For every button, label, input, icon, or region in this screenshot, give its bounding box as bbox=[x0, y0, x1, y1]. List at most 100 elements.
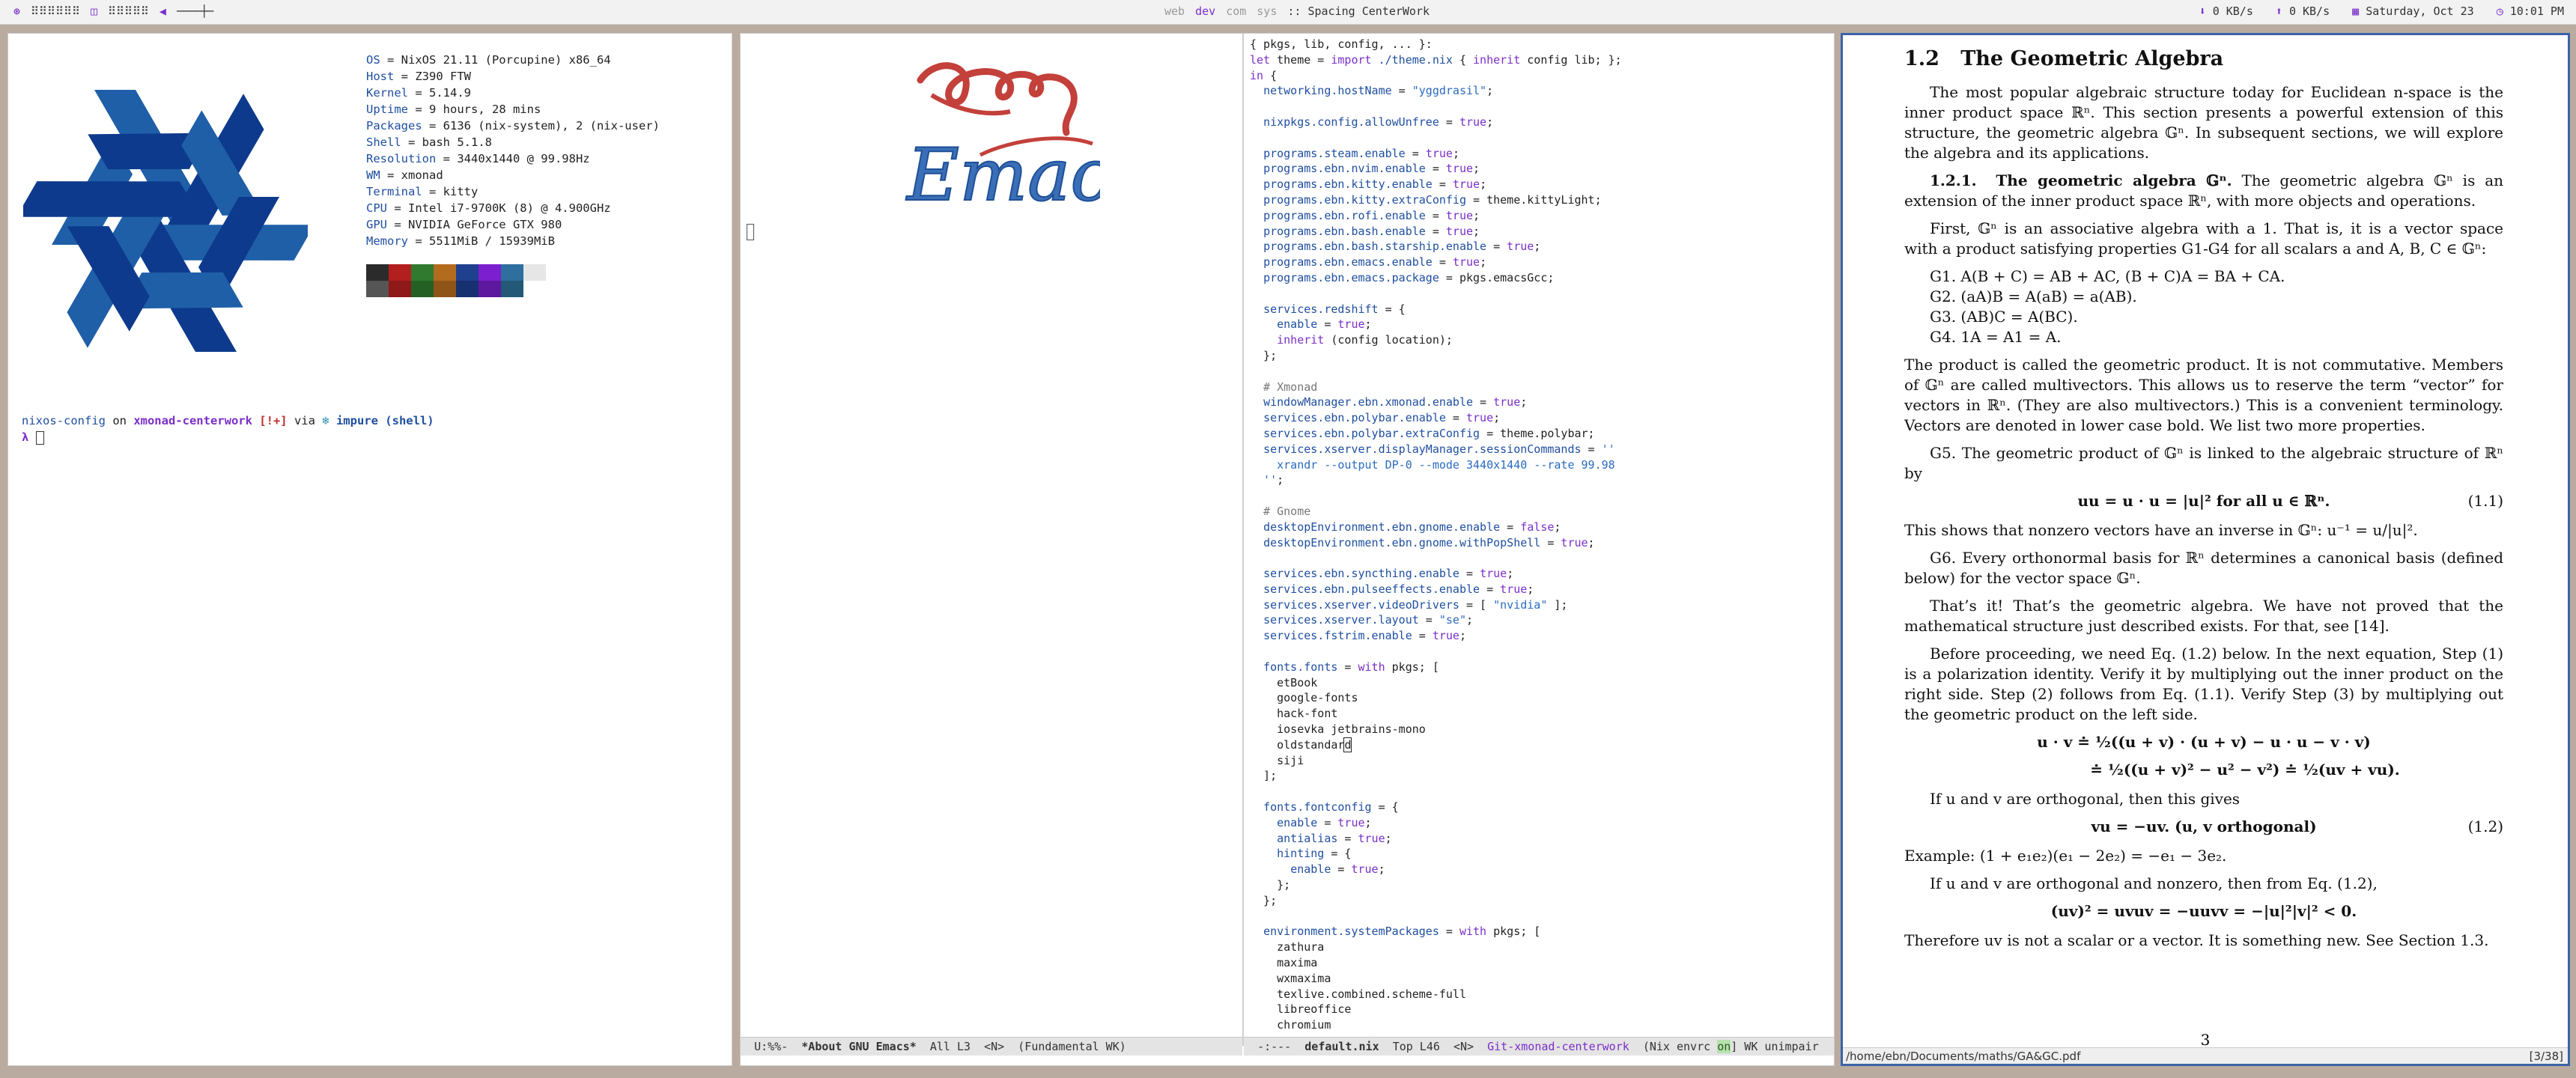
code-line: programs.ebn.bash.enable = true; bbox=[1250, 225, 1480, 238]
code-token: true bbox=[1452, 177, 1480, 192]
code-token: }; bbox=[1250, 348, 1278, 362]
buffer-name[interactable]: default.nix bbox=[1304, 1040, 1379, 1053]
code-token: }; bbox=[1250, 878, 1291, 892]
code-token: programs.ebn.kitty.enable bbox=[1263, 177, 1433, 192]
layout-toggle-icon[interactable]: ◫ bbox=[91, 4, 97, 18]
code-token: { bbox=[1452, 52, 1474, 67]
code-token: '' bbox=[1250, 473, 1278, 487]
prompt-via: via bbox=[287, 414, 323, 427]
code-token: oldstandar bbox=[1250, 737, 1345, 752]
code-token: ; bbox=[1277, 473, 1284, 487]
buffer-state: -:--- bbox=[1257, 1040, 1292, 1053]
code-token: programs.steam.enable bbox=[1263, 146, 1406, 160]
upload-icon: ⬆ bbox=[2275, 4, 2282, 18]
code-token: siji bbox=[1250, 753, 1304, 767]
palette-swatch bbox=[501, 264, 523, 281]
code-line: programs.ebn.emacs.package = pkgs.emacsG… bbox=[1250, 271, 1554, 284]
equation-number: (1.2) bbox=[2467, 817, 2503, 835]
code-token: fonts.fontconfig bbox=[1263, 800, 1372, 814]
workspace-web[interactable]: web bbox=[1164, 4, 1185, 18]
equation: (uv)² = uvuv = −uuvv = −|u|²|v|² < 0. bbox=[1904, 901, 2503, 922]
volume-icon[interactable]: ◀ bbox=[160, 4, 166, 18]
nix-source-code[interactable]: { pkgs, lib, config, ... }: let theme = … bbox=[1250, 37, 1622, 1033]
terminal-window[interactable]: OS = NixOS 21.11 (Porcupine) x86_64 Host … bbox=[7, 33, 732, 1066]
minor-modes[interactable]: ] WK unimpair bbox=[1731, 1040, 1818, 1053]
sysinfo-row: OS = NixOS 21.11 (Porcupine) x86_64 bbox=[366, 52, 660, 68]
major-mode[interactable]: (Nix envrc bbox=[1643, 1040, 1710, 1053]
code-token: ; bbox=[1486, 115, 1494, 129]
code-line: oldstandard bbox=[1250, 737, 1352, 752]
code-token: = bbox=[1405, 146, 1426, 160]
code-token: = { bbox=[1371, 800, 1399, 814]
modeline-right[interactable]: -:--- default.nix Top L46 <N> Git-xmonad… bbox=[1244, 1037, 1834, 1056]
workspace-dev[interactable]: dev bbox=[1195, 4, 1215, 18]
code-token: = bbox=[1425, 162, 1446, 176]
code-line: programs.ebn.bash.starship.enable = true… bbox=[1250, 240, 1540, 253]
code-token: = [ bbox=[1459, 597, 1494, 612]
paragraph: Before proceeding, we need Eq. (1.2) bel… bbox=[1904, 645, 2503, 723]
code-token: windowManager.ebn.xmonad.enable bbox=[1263, 395, 1474, 409]
upload-rate-value: 0 KB/s bbox=[2288, 4, 2330, 18]
svg-text:Emacs: Emacs bbox=[905, 133, 1100, 215]
code-token: true bbox=[1452, 255, 1480, 270]
code-token: programs.ebn.rofi.enable bbox=[1263, 208, 1426, 222]
shell-prompt[interactable]: nixos-config on xmonad-centerwork [!+] v… bbox=[22, 412, 434, 445]
code-token: iosevka jetbrains-mono bbox=[1250, 722, 1426, 737]
code-line: }; bbox=[1250, 894, 1277, 907]
volume-slider[interactable]: ────┼─ bbox=[177, 4, 213, 18]
list-item: G2. (aA)B = A(aB) = a(AB). bbox=[1930, 287, 2137, 305]
emacs-about-pane[interactable]: Emacs bbox=[741, 34, 1242, 1065]
code-token: services.ebn.polybar.extraConfig bbox=[1263, 426, 1480, 440]
emacs-window[interactable]: Emacs { pkgs, lib, config, ... }: let th… bbox=[740, 33, 1835, 1066]
code-token: ; bbox=[1473, 224, 1480, 238]
code-token: etBook bbox=[1250, 675, 1318, 689]
emacs-editor-pane[interactable]: { pkgs, lib, config, ... }: let theme = … bbox=[1244, 34, 1834, 1065]
workspace-sys[interactable]: sys bbox=[1257, 4, 1277, 18]
prompt-input-line[interactable]: λ bbox=[22, 429, 434, 445]
layout-icon[interactable]: ⊛ bbox=[13, 4, 20, 18]
modeline-left[interactable]: U:%%- *About GNU Emacs* All L3 <N> (Fund… bbox=[741, 1037, 1242, 1056]
buffer-name[interactable]: *About GNU Emacs* bbox=[801, 1040, 917, 1053]
code-token: programs.ebn.bash.starship.enable bbox=[1263, 240, 1487, 254]
sysinfo-value: = xmonad bbox=[380, 168, 443, 182]
code-line: services.xserver.displayManager.sessionC… bbox=[1250, 442, 1615, 456]
code-token: true bbox=[1480, 567, 1507, 581]
evil-state: <N> bbox=[1453, 1040, 1474, 1053]
code-token: ; bbox=[1554, 520, 1561, 534]
palette-swatch bbox=[389, 264, 411, 281]
code-token: true bbox=[1337, 317, 1365, 332]
evil-state: <N> bbox=[984, 1040, 1005, 1053]
prompt-dir: nixos-config bbox=[22, 414, 106, 427]
layout-title: :: Spacing CenterWork bbox=[1287, 4, 1430, 18]
code-token: ; bbox=[1588, 535, 1595, 549]
code-token: = bbox=[1480, 582, 1501, 596]
paragraph: That’s it! That’s the geometric algebra.… bbox=[1904, 597, 2503, 635]
code-token: = bbox=[1581, 442, 1602, 456]
code-token: (config location); bbox=[1324, 333, 1453, 347]
code-token: = bbox=[1459, 567, 1480, 581]
paragraph: The product is called the geometric prod… bbox=[1904, 356, 2503, 434]
code-token: programs.ebn.nvim.enable bbox=[1263, 162, 1426, 176]
sysinfo-value: = 9 hours, 28 mins bbox=[408, 103, 541, 116]
vc-branch[interactable]: Git-xmonad-centerwork bbox=[1487, 1040, 1629, 1053]
workspace-com[interactable]: com bbox=[1226, 4, 1246, 18]
code-token: = bbox=[1439, 115, 1459, 129]
code-line: { pkgs, lib, config, ... }: bbox=[1250, 37, 1433, 51]
major-mode[interactable]: (Fundamental WK) bbox=[1018, 1040, 1126, 1053]
code-token: antialias bbox=[1277, 831, 1338, 845]
code-line: iosevka jetbrains-mono bbox=[1250, 722, 1426, 736]
sysinfo-value: = Z390 FTW bbox=[394, 70, 471, 83]
code-token: services.xserver.displayManager.sessionC… bbox=[1263, 442, 1582, 456]
zathura-pdf-window[interactable]: 1.2 The Geometric Algebra The most popul… bbox=[1841, 33, 2570, 1066]
code-token: programs.ebn.emacs.enable bbox=[1263, 255, 1433, 270]
